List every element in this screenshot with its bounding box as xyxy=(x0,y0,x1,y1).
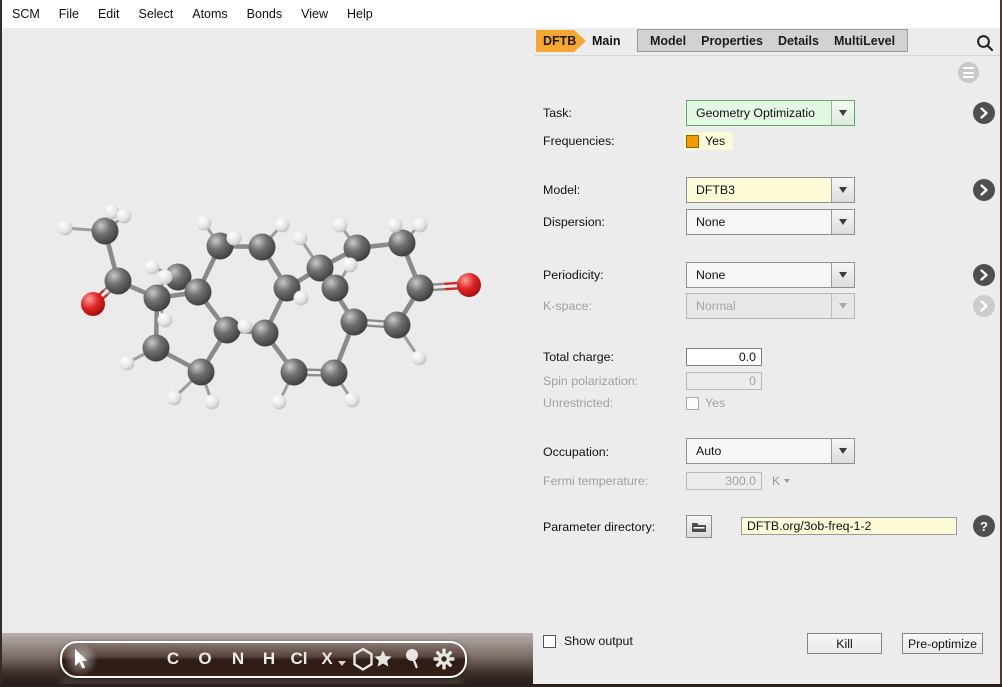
folder-icon xyxy=(692,522,706,532)
balloon-icon[interactable] xyxy=(404,648,422,670)
panel-menu-icon[interactable] xyxy=(958,62,979,83)
kspace-select: Normal xyxy=(686,293,855,319)
show-output-label: Show output xyxy=(564,634,633,648)
show-output-checkbox[interactable] xyxy=(543,634,556,648)
model-value: DFTB3 xyxy=(696,183,735,197)
unrestricted-checkbox xyxy=(686,396,699,410)
unrestricted-yes-label: Yes xyxy=(705,396,726,410)
element-nitrogen-button[interactable]: N xyxy=(225,649,251,669)
tab-model[interactable]: Model xyxy=(650,34,686,48)
occupation-value: Auto xyxy=(696,444,722,458)
element-other-button[interactable]: X xyxy=(314,649,340,669)
periodicity-label: Periodicity: xyxy=(543,268,604,282)
task-value: Geometry Optimizatio xyxy=(696,106,815,120)
frequencies-label: Frequencies: xyxy=(543,134,615,148)
kill-button[interactable]: Kill xyxy=(807,633,882,654)
unrestricted-label: Unrestricted: xyxy=(543,396,614,410)
total-charge-input[interactable]: 0.0 xyxy=(686,348,762,366)
tab-multilevel[interactable]: MultiLevel xyxy=(834,34,895,48)
model-dropdown-arrow-icon[interactable] xyxy=(831,178,854,202)
molecule-viewer[interactable]: C O N H Cl X xyxy=(2,28,533,687)
dispersion-value: None xyxy=(696,215,726,229)
frequencies-checkbox[interactable] xyxy=(686,134,699,148)
viewer-toolbar: C O N H Cl X xyxy=(60,641,467,678)
parameter-directory-input[interactable]: DFTB.org/3ob-freq-1-2 xyxy=(741,517,957,535)
element-other-caret-icon[interactable] xyxy=(338,661,346,667)
element-hydrogen-button[interactable]: H xyxy=(256,649,282,669)
fermi-temperature-input: 300.0 xyxy=(686,472,762,490)
parameter-directory-label: Parameter directory: xyxy=(543,520,656,534)
task-detail-button[interactable] xyxy=(973,102,995,124)
parameter-help-button[interactable]: ? xyxy=(973,515,995,537)
occupation-label: Occupation: xyxy=(543,445,610,459)
question-mark-icon: ? xyxy=(980,518,988,534)
kspace-dropdown-arrow-icon xyxy=(831,294,854,318)
periodicity-value: None xyxy=(696,268,726,282)
dispersion-dropdown-arrow-icon[interactable] xyxy=(831,210,854,234)
task-label: Task: xyxy=(543,106,572,120)
dispersion-label: Dispersion: xyxy=(543,215,605,229)
show-output-row: Show output xyxy=(543,634,633,648)
model-label: Model: xyxy=(543,183,581,197)
occupation-select[interactable]: Auto xyxy=(686,438,855,464)
menu-bar: SCM File Edit Select Atoms Bonds View He… xyxy=(2,0,1000,28)
tab-details[interactable]: Details xyxy=(778,34,819,48)
model-select[interactable]: DFTB3 xyxy=(686,177,855,203)
fermi-unit-label: K xyxy=(772,474,781,488)
element-oxygen-button[interactable]: O xyxy=(192,649,218,669)
periodicity-dropdown-arrow-icon[interactable] xyxy=(831,263,854,287)
search-icon[interactable] xyxy=(976,34,994,52)
task-dropdown-arrow-icon[interactable] xyxy=(831,101,854,125)
tab-properties[interactable]: Properties xyxy=(701,34,763,48)
fermi-temperature-label: Fermi temperature: xyxy=(543,474,649,488)
menu-file[interactable]: File xyxy=(59,7,79,21)
ring-tool-icon[interactable] xyxy=(292,648,314,672)
tab-main[interactable]: Main xyxy=(592,30,620,52)
menu-select[interactable]: Select xyxy=(138,7,173,21)
model-detail-button[interactable] xyxy=(973,179,995,201)
benzene-ring-icon[interactable] xyxy=(352,647,374,672)
fermi-unit-caret-icon xyxy=(784,479,791,483)
menu-atoms[interactable]: Atoms xyxy=(192,7,227,21)
menu-scm[interactable]: SCM xyxy=(12,7,40,21)
browse-folder-button[interactable] xyxy=(686,515,712,538)
frequencies-chip: Yes xyxy=(684,132,734,150)
spin-polarization-label: Spin polarization: xyxy=(543,374,639,388)
task-select[interactable]: Geometry Optimizatio xyxy=(686,100,855,126)
menu-view[interactable]: View xyxy=(301,7,328,21)
total-charge-label: Total charge: xyxy=(543,350,614,364)
preoptimize-button[interactable]: Pre-optimize xyxy=(902,633,983,654)
frequencies-yes-label: Yes xyxy=(705,134,726,148)
menu-edit[interactable]: Edit xyxy=(98,7,120,21)
dispersion-select[interactable]: None xyxy=(686,209,855,235)
window-border-left xyxy=(0,0,2,687)
periodicity-select[interactable]: None xyxy=(686,262,855,288)
occupation-dropdown-arrow-icon[interactable] xyxy=(831,439,854,463)
unrestricted-row: Yes xyxy=(686,396,725,410)
molecule-viewport[interactable] xyxy=(2,28,533,687)
kspace-detail-button xyxy=(973,295,995,317)
pointer-tool-icon[interactable] xyxy=(70,648,90,671)
gear-icon[interactable] xyxy=(433,648,455,670)
tab-group: Model Properties Details MultiLevel xyxy=(637,29,909,52)
menu-bonds[interactable]: Bonds xyxy=(247,7,282,21)
kspace-label: K-space: xyxy=(543,299,592,313)
menu-help[interactable]: Help xyxy=(347,7,373,21)
kspace-value: Normal xyxy=(696,299,736,313)
fermi-unit[interactable]: K xyxy=(772,474,791,488)
star-icon[interactable] xyxy=(373,649,393,669)
spin-polarization-input: 0 xyxy=(686,372,762,390)
dftb-input-panel: DFTB Main Model Properties Details Multi… xyxy=(534,28,1000,687)
element-carbon-button[interactable]: C xyxy=(160,649,186,669)
periodicity-detail-button[interactable] xyxy=(973,264,995,286)
